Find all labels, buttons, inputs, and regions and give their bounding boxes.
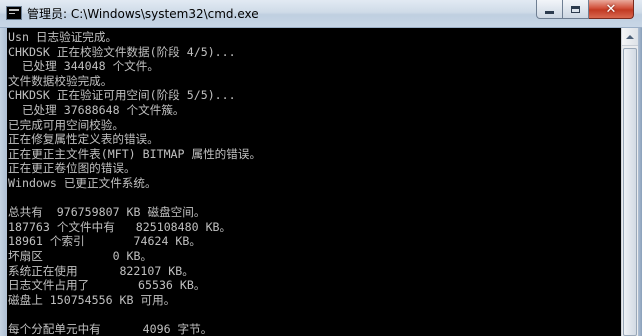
window-frame-left — [0, 28, 7, 336]
console-line: 日志文件占用了 65536 KB。 — [8, 278, 206, 293]
console-line: 文件数据校验完成。 — [8, 73, 113, 88]
console-line: 正在修复属性定义表的错误。 — [8, 132, 159, 147]
arrow-up-icon — [626, 34, 634, 39]
console-line: 正在更正卷位图的错误。 — [8, 161, 136, 176]
console-line: Usn 日志验证完成。 — [8, 30, 118, 44]
caption-buttons: ✕ — [536, 0, 634, 20]
console-line: 已处理 37688648 个文件簇。 — [8, 102, 185, 117]
console-line: CHKDSK 正在验证可用空间(阶段 5/5)... — [8, 88, 236, 103]
console-line: 187763 个文件中有 825108480 KB。 — [8, 219, 232, 234]
console-line: CHKDSK 正在校验文件数据(阶段 4/5)... — [8, 44, 236, 59]
scroll-thumb[interactable] — [623, 48, 637, 336]
console-line: 已完成可用空间校验。 — [8, 117, 124, 132]
window-title: 管理员: C:\Windows\system32\cmd.exe — [27, 7, 259, 21]
console-line: 系统正在使用 822107 KB。 — [8, 263, 194, 278]
scroll-up-button[interactable] — [622, 28, 638, 46]
vertical-scrollbar[interactable] — [621, 28, 638, 336]
minimize-button[interactable] — [536, 0, 563, 19]
close-button[interactable]: ✕ — [589, 0, 634, 19]
maximize-button[interactable] — [563, 0, 589, 19]
console-line: 磁盘上 150754556 KB 可用。 — [8, 292, 176, 307]
console-line: 总共有 976759807 KB 磁盘空间。 — [8, 205, 206, 220]
console-line: 18961 个索引 74624 KB。 — [8, 234, 201, 249]
console-line: 每个分配单元中有 4096 字节。 — [8, 321, 213, 336]
cmd-window: 管理员: C:\Windows\system32\cmd.exe ✕ Usn 日… — [0, 0, 642, 336]
console-line: 已处理 344048 个文件。 — [8, 59, 159, 74]
cmd-console-icon[interactable] — [6, 6, 22, 20]
console-line: 正在更正主文件表(MFT) BITMAP 属性的错误。 — [8, 146, 262, 161]
console-output[interactable]: Usn 日志验证完成。 CHKDSK 正在校验文件数据(阶段 4/5)... 已… — [7, 28, 621, 336]
title-bar[interactable]: 管理员: C:\Windows\system32\cmd.exe ✕ — [0, 0, 642, 28]
window-frame-right — [638, 28, 642, 336]
maximize-icon — [571, 5, 580, 13]
close-icon: ✕ — [605, 1, 617, 17]
console-line: 坏扇区 0 KB。 — [8, 248, 153, 263]
minimize-icon — [545, 10, 554, 14]
console-text: Usn 日志验证完成。 CHKDSK 正在校验文件数据(阶段 4/5)... 已… — [7, 28, 621, 336]
console-line: Windows 已更正文件系统。 — [8, 175, 157, 190]
